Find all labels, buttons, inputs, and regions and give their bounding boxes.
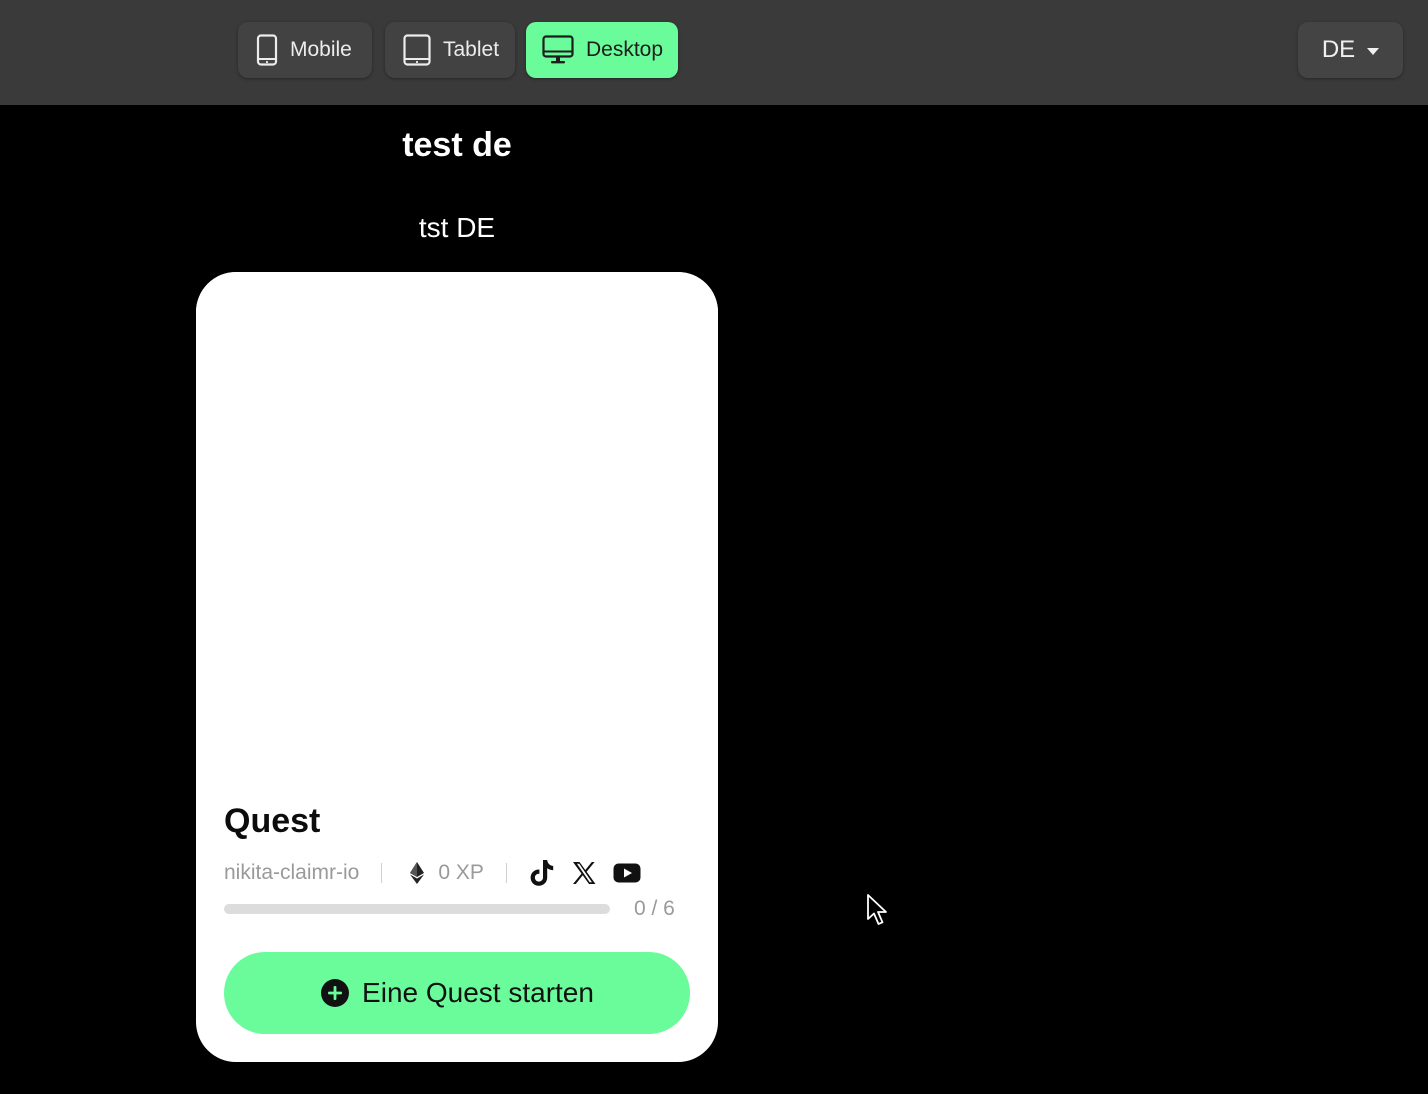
quest-card[interactable]: Quest nikita-claimr-io 0 XP 0 / 6 Eine Q… xyxy=(196,272,718,1062)
meta-divider xyxy=(381,863,383,883)
desktop-view-label: Desktop xyxy=(586,38,664,61)
tablet-view-label: Tablet xyxy=(443,38,500,61)
plus-circle-icon xyxy=(320,978,350,1008)
language-select[interactable]: DE xyxy=(1298,22,1403,78)
quest-meta-row: nikita-claimr-io 0 XP xyxy=(224,856,657,890)
tablet-icon xyxy=(403,34,431,66)
x-icon[interactable] xyxy=(571,860,597,886)
quest-social-platforms xyxy=(529,858,657,888)
start-quest-button[interactable]: Eine Quest starten xyxy=(224,952,690,1034)
ethereum-icon xyxy=(410,862,425,884)
tablet-view-button[interactable]: Tablet xyxy=(385,22,515,78)
quest-title: Quest xyxy=(224,802,321,840)
quest-xp: 0 XP xyxy=(404,861,484,885)
preview-toolbar: Mobile Tablet Desktop DE xyxy=(0,0,1428,105)
page-title: test de xyxy=(402,126,512,164)
quest-card-image-area xyxy=(196,272,718,772)
mouse-pointer-icon xyxy=(866,893,890,927)
meta-divider xyxy=(505,863,507,883)
mobile-phone-icon xyxy=(256,34,278,66)
desktop-monitor-icon xyxy=(542,35,574,65)
page-subtitle: tst DE xyxy=(418,212,496,243)
quest-progress-count: 0 / 6 xyxy=(634,897,675,920)
quest-progress-bar xyxy=(224,904,610,914)
tiktok-icon[interactable] xyxy=(529,858,555,888)
caret-down-icon xyxy=(1367,47,1380,55)
quest-author: nikita-claimr-io xyxy=(224,861,360,884)
start-quest-label: Eine Quest starten xyxy=(362,977,594,1008)
mobile-view-label: Mobile xyxy=(290,38,352,61)
mobile-view-button[interactable]: Mobile xyxy=(238,22,372,78)
desktop-view-button[interactable]: Desktop xyxy=(526,22,678,78)
language-select-value: DE xyxy=(1321,36,1356,63)
quest-xp-value: 0 XP xyxy=(438,861,484,884)
youtube-icon[interactable] xyxy=(613,863,641,883)
